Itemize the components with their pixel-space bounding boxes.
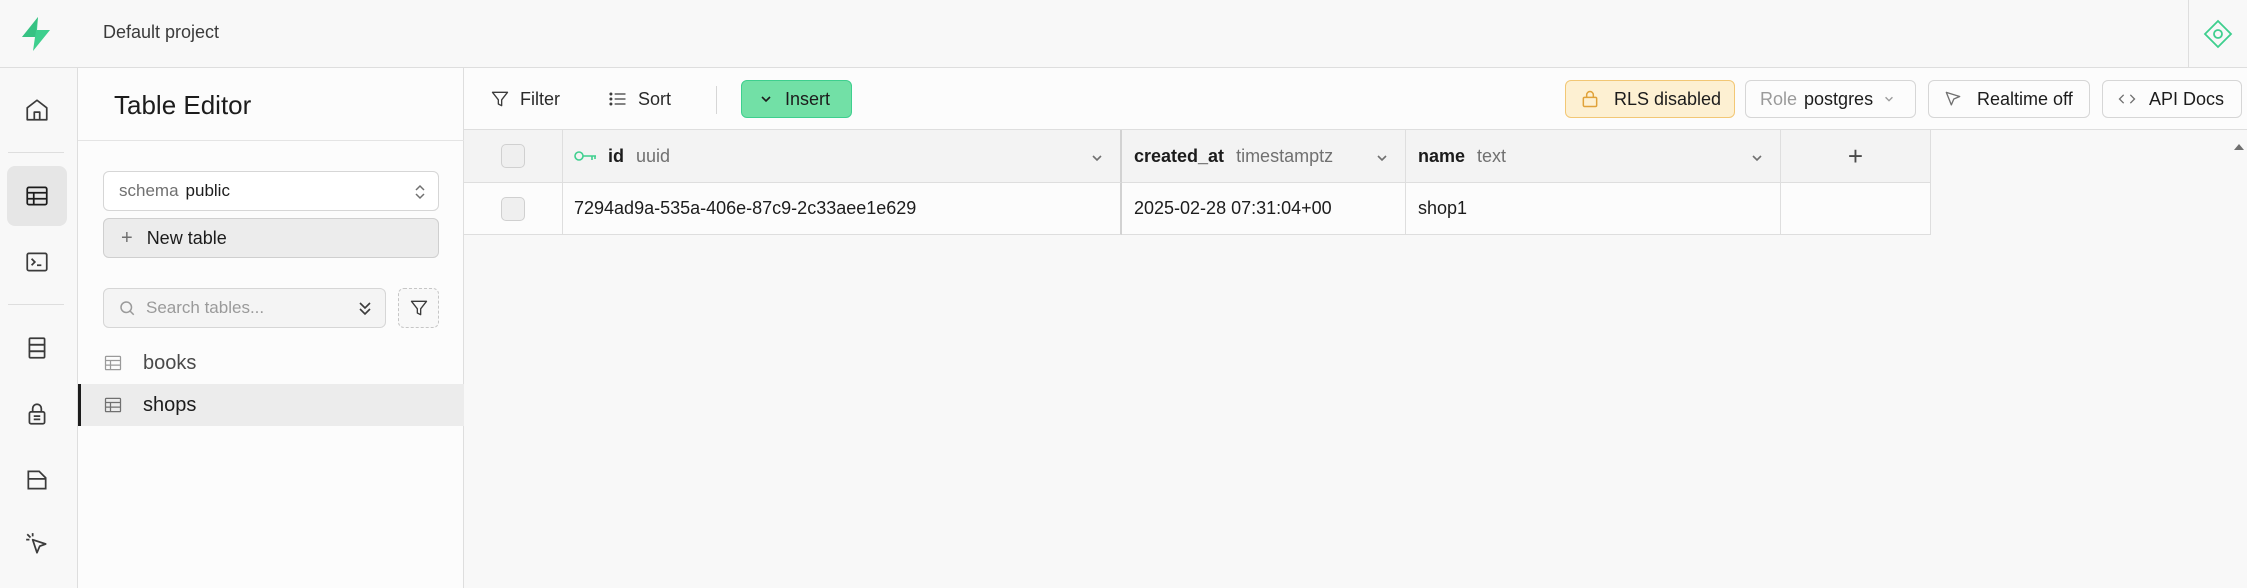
new-table-label: New table xyxy=(146,227,227,248)
table-list-item-books[interactable]: books xyxy=(78,342,464,384)
filter-tables-button[interactable] xyxy=(398,288,439,328)
plus-icon: + xyxy=(121,226,133,249)
supabase-logo-icon[interactable] xyxy=(16,14,56,54)
lock-open-icon xyxy=(1582,90,1598,108)
nav-separator xyxy=(8,152,64,153)
rls-status-button[interactable]: RLS disabled xyxy=(1565,80,1735,118)
insert-label: Insert xyxy=(785,88,831,109)
rls-label: RLS disabled xyxy=(1614,88,1722,109)
chevron-down-icon xyxy=(761,96,771,103)
nav-separator xyxy=(8,304,64,305)
code-icon xyxy=(2118,94,2136,104)
sidebar-divider xyxy=(78,140,464,141)
table-icon xyxy=(103,395,123,415)
archive-icon xyxy=(27,470,47,490)
add-column-button[interactable]: + xyxy=(1781,130,1931,183)
nav-sql-editor[interactable] xyxy=(7,232,67,292)
cell-value: shop1 xyxy=(1418,198,1468,218)
role-label: Role xyxy=(1760,88,1798,109)
realtime-label: Realtime off xyxy=(1977,88,2073,109)
table-name: shops xyxy=(143,393,197,416)
realtime-toggle-button[interactable]: Realtime off xyxy=(1928,80,2090,118)
api-docs-label: API Docs xyxy=(2149,88,2225,109)
chevron-down-icon xyxy=(1885,96,1893,102)
row-checkbox[interactable] xyxy=(501,196,525,221)
column-type: timestamptz xyxy=(1236,145,1334,166)
api-docs-button[interactable]: API Docs xyxy=(2102,80,2242,118)
scroll-up-arrow-icon[interactable] xyxy=(2234,137,2244,155)
schema-label: schema xyxy=(119,181,179,200)
cell-value: 7294ad9a-535a-406e-87c9-2c33aee1e629 xyxy=(574,198,917,218)
table-icon xyxy=(103,353,123,373)
search-tables-box[interactable] xyxy=(103,288,386,328)
table-list-item-shops[interactable]: shops xyxy=(78,384,464,426)
table-cell[interactable]: 7294ad9a-535a-406e-87c9-2c33aee1e629 xyxy=(563,183,1122,235)
schema-value: public xyxy=(185,181,230,200)
cell-value: 2025-02-28 07:31:04+00 xyxy=(1134,198,1332,218)
grid-toolbar: Filter Sort Insert RLS disabled Role pos… xyxy=(464,68,2247,130)
plus-icon: + xyxy=(1847,140,1864,171)
select-all-checkbox[interactable] xyxy=(501,144,525,168)
column-header-created-at[interactable]: created_at timestamptz xyxy=(1122,130,1406,183)
column-header-id[interactable]: id uuid xyxy=(563,130,1122,183)
column-name: created_at xyxy=(1134,145,1225,166)
column-type: text xyxy=(1477,145,1507,166)
nav-database[interactable] xyxy=(7,318,67,378)
sidebar-title: Table Editor xyxy=(114,90,252,120)
column-name: id xyxy=(608,145,624,166)
table-cell[interactable]: shop1 xyxy=(1406,183,1781,235)
search-tables-input[interactable] xyxy=(146,298,346,318)
column-type: uuid xyxy=(636,145,671,166)
new-table-button[interactable]: + New table xyxy=(103,218,439,258)
row-select-cell xyxy=(464,183,563,235)
filter-label: Filter xyxy=(520,88,560,109)
assistant-icon[interactable] xyxy=(2202,18,2234,50)
list-icon xyxy=(609,92,626,106)
select-all-cell xyxy=(464,130,563,183)
filter-icon xyxy=(410,300,427,316)
project-name[interactable]: Default project xyxy=(103,22,219,43)
chevron-down-icon[interactable] xyxy=(1090,149,1104,170)
empty-cell xyxy=(1781,183,1931,235)
cursor-icon xyxy=(26,533,47,554)
table-icon xyxy=(26,186,48,206)
column-name: name xyxy=(1418,145,1466,166)
column-header-name[interactable]: name text xyxy=(1406,130,1781,183)
terminal-icon xyxy=(26,252,48,272)
key-icon xyxy=(574,151,596,161)
role-select[interactable]: Role postgres xyxy=(1745,80,1916,118)
insert-button[interactable]: Insert xyxy=(741,80,852,118)
table-cell[interactable]: 2025-02-28 07:31:04+00 xyxy=(1122,183,1406,235)
table-view: Filter Sort Insert RLS disabled Role pos… xyxy=(464,68,2247,588)
table-name: books xyxy=(143,351,197,374)
top-bar-divider xyxy=(2188,0,2189,68)
nav-table-editor[interactable] xyxy=(7,166,67,226)
table-editor-sidebar: Table Editor schema public + New table b… xyxy=(78,68,464,588)
filter-button[interactable]: Filter xyxy=(490,80,560,118)
nav-realtime[interactable] xyxy=(7,514,67,574)
chevron-up-down-icon xyxy=(412,182,428,207)
cursor-icon xyxy=(1945,91,1961,106)
search-icon xyxy=(120,301,135,316)
double-chevron-down-icon[interactable] xyxy=(355,298,375,323)
lock-icon xyxy=(28,403,46,425)
top-bar: Default project xyxy=(0,0,2247,68)
role-value: postgres xyxy=(1804,88,1874,109)
database-icon xyxy=(28,337,46,359)
sort-button[interactable]: Sort xyxy=(608,80,671,118)
filter-icon xyxy=(491,91,509,107)
home-icon xyxy=(26,99,48,121)
schema-select[interactable]: schema public xyxy=(103,171,439,211)
chevron-down-icon[interactable] xyxy=(1750,149,1764,170)
nav-authentication[interactable] xyxy=(7,384,67,444)
chevron-down-icon[interactable] xyxy=(1375,149,1389,170)
nav-rail xyxy=(0,68,78,588)
nav-storage[interactable] xyxy=(7,450,67,510)
sort-label: Sort xyxy=(638,88,672,109)
nav-home[interactable] xyxy=(7,80,67,140)
toolbar-divider xyxy=(716,86,717,114)
